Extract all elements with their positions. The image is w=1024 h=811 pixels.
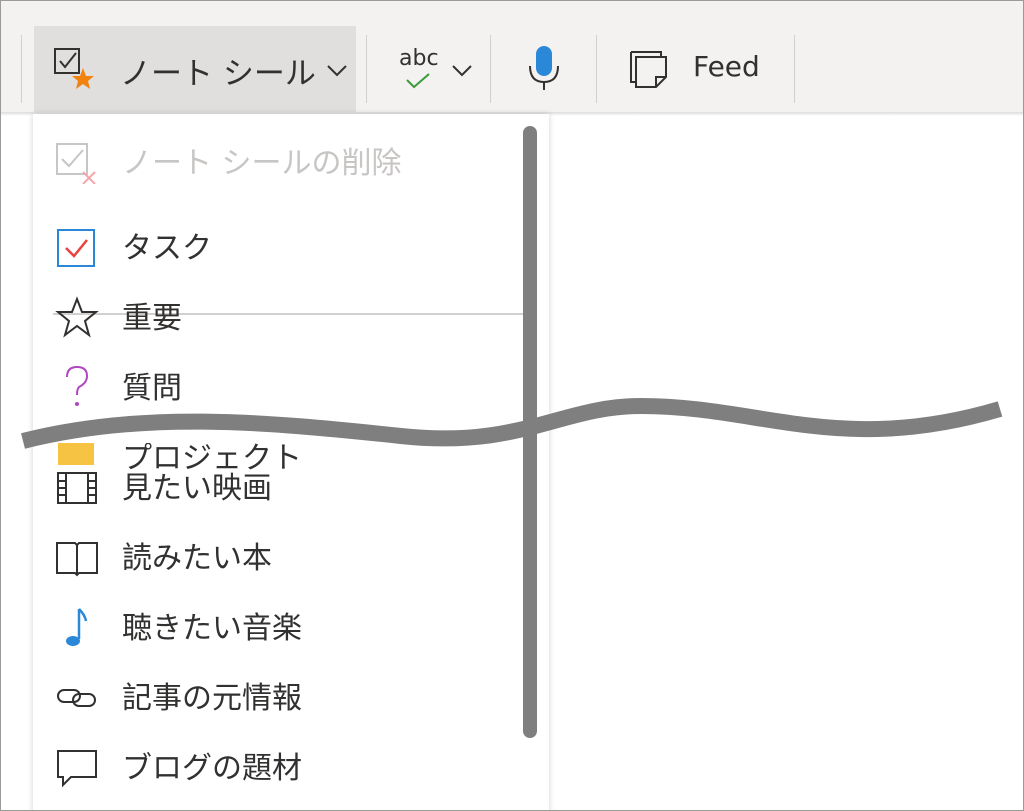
onenote-window: ノート シール abc Feed ノート シールの削除 タスク 重要 質問 プロ… [0, 0, 1024, 811]
remove-tag-icon [56, 143, 96, 184]
toolbar-separator [596, 35, 597, 103]
chevron-down-icon [452, 65, 472, 77]
toolbar-separator [21, 35, 22, 103]
tags-button[interactable]: ノート シール [34, 26, 356, 112]
book-icon [56, 542, 98, 577]
spell-check-icon [406, 73, 430, 89]
menu-item-book[interactable]: 読みたい本 [33, 519, 549, 589]
menu-item-important[interactable]: 重要 [33, 279, 549, 349]
feed-label: Feed [693, 50, 760, 83]
tags-label: ノート シール [120, 56, 316, 92]
link-icon [57, 689, 96, 707]
menu-item-label: タスク [122, 231, 212, 266]
toolbar-separator [366, 35, 367, 103]
checkbox-icon [57, 229, 95, 267]
menu-item-remove-tag: ノート シールの削除 [33, 124, 549, 194]
menu-item-label: 重要 [122, 301, 182, 336]
chevron-down-icon [327, 65, 347, 77]
menu-item-task[interactable]: タスク [33, 209, 549, 279]
ribbon-toolbar: ノート シール abc Feed [1, 1, 1023, 116]
tag-checkbox-star-icon [54, 48, 94, 89]
break-wave-line [21, 397, 1003, 449]
menu-item-label: 読みたい本 [122, 541, 272, 576]
menu-item-blog[interactable]: ブログの題材 [33, 729, 549, 799]
spelling-button[interactable]: abc [391, 26, 479, 112]
toolbar-separator [490, 35, 491, 103]
film-icon [57, 472, 97, 504]
menu-item-music[interactable]: 聴きたい音楽 [33, 589, 549, 659]
menu-item-label: ブログの題材 [122, 751, 302, 786]
music-note-icon [66, 608, 88, 646]
feed-button[interactable]: Feed [613, 26, 783, 112]
microphone-icon [529, 46, 559, 90]
star-icon [55, 296, 99, 338]
menu-item-label: ノート シールの削除 [122, 146, 402, 181]
dictate-button[interactable] [506, 26, 584, 112]
menu-item-source[interactable]: 記事の元情報 [33, 659, 549, 729]
sticky-note-icon [630, 51, 667, 88]
spelling-label: abc [399, 46, 439, 71]
speech-bubble-icon [57, 750, 97, 788]
menu-item-label: 聴きたい音楽 [122, 611, 302, 646]
toolbar-separator [794, 35, 795, 103]
menu-item-label: 記事の元情報 [122, 681, 302, 716]
